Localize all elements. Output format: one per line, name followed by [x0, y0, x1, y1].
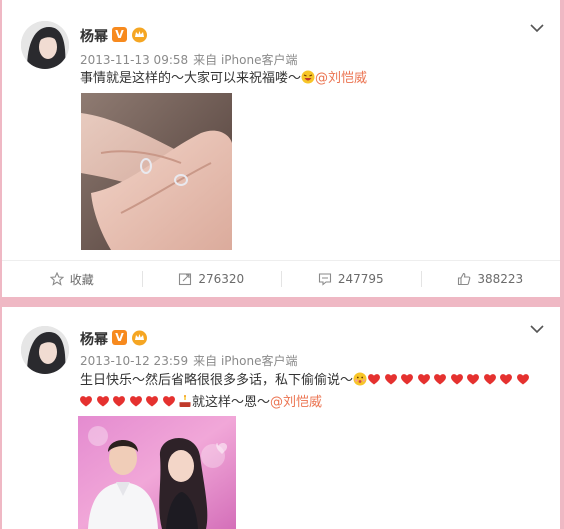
mention-link[interactable]: @刘恺威	[315, 71, 367, 86]
star-icon	[49, 272, 64, 286]
weibo-post-2: 杨幂 V 2013-10-12 23:59 来自 iPhone客户端 生日快乐～然…	[2, 307, 560, 529]
verified-badge-icon: V	[112, 330, 127, 345]
favorite-button[interactable]: 收藏	[2, 261, 142, 297]
heart-emoji-icon	[500, 374, 512, 385]
heart-emoji-icon	[368, 374, 380, 385]
heart-emoji-icon	[384, 374, 397, 385]
post-image[interactable]	[78, 416, 236, 529]
post-text: 生日快乐～然后省略很很多多话，私下偷偷说～ 就这样～恩～@刘恺威	[80, 370, 550, 414]
heart-emoji-icon	[434, 374, 446, 385]
heart-emoji-icon	[146, 396, 158, 407]
heart-emoji-icon	[467, 374, 479, 385]
favorite-label: 收藏	[69, 272, 94, 287]
heart-emoji-icon	[417, 374, 430, 385]
post-text-line-2: 就这样～恩～@刘恺威	[79, 392, 550, 414]
like-count: 388223	[477, 272, 524, 286]
heart-emoji-icon	[483, 374, 496, 385]
post-image[interactable]	[81, 93, 232, 250]
heart-emoji-icon	[450, 374, 463, 385]
mention-link[interactable]: @刘恺威	[270, 395, 322, 410]
heart-emoji-icon	[129, 396, 142, 407]
heart-row-1	[367, 373, 532, 388]
heart-emoji-icon	[162, 396, 175, 407]
comment-count: 247795	[337, 272, 384, 286]
post-text-body: 事情就是这样的～大家可以来祝福喽～	[80, 71, 302, 86]
verified-badge-icon: V	[112, 27, 127, 42]
timestamp[interactable]: 2013-11-13 09:58	[80, 53, 188, 67]
heart-emoji-icon	[80, 396, 92, 407]
post-meta: 2013-10-12 23:59 来自 iPhone客户端	[80, 352, 302, 369]
heart-emoji-icon	[516, 374, 529, 385]
chevron-down-icon[interactable]	[530, 324, 544, 334]
avatar[interactable]	[21, 326, 69, 374]
heart-emoji-icon	[401, 374, 413, 385]
post-text: 事情就是这样的～大家可以来祝福喽～ @刘恺威	[80, 68, 367, 90]
like-button[interactable]: 388223	[420, 261, 561, 297]
avatar[interactable]	[21, 21, 69, 69]
vip-crown-icon	[132, 27, 147, 43]
kiss-emoji-icon	[353, 372, 367, 386]
user-name[interactable]: 杨幂	[80, 26, 108, 46]
heart-emoji-icon	[113, 396, 125, 407]
vip-crown-icon	[132, 330, 147, 346]
photo-couple-icon	[78, 416, 236, 529]
chevron-down-icon[interactable]	[530, 23, 544, 33]
post-text-body: 生日快乐～然后省略很很多多话，私下偷偷说～	[80, 373, 354, 388]
user-name[interactable]: 杨幂	[80, 329, 108, 349]
post-source: 来自 iPhone客户端	[193, 354, 298, 368]
post-source: 来自 iPhone客户端	[193, 53, 298, 67]
timestamp[interactable]: 2013-10-12 23:59	[80, 354, 188, 368]
post-text-tail: 就这样～恩～	[192, 395, 271, 410]
action-bar: 收藏 276320 247795 388223	[2, 260, 560, 297]
post-text-line-1: 生日快乐～然后省略很很多多话，私下偷偷说～	[80, 370, 550, 392]
repost-button[interactable]: 276320	[141, 261, 282, 297]
post-meta: 2013-11-13 09:58 来自 iPhone客户端	[80, 51, 302, 68]
heart-row-2	[79, 395, 178, 410]
heart-emoji-icon	[96, 396, 109, 407]
weibo-post-1: 杨幂 V 2013-11-13 09:58 来自 iPhone客户端 事情就是这样…	[2, 0, 560, 297]
laughing-emoji-icon	[301, 70, 315, 84]
comment-icon	[318, 273, 331, 286]
cake-emoji-icon	[179, 395, 191, 407]
repost-icon	[179, 273, 192, 286]
photo-hands-rings-icon	[81, 93, 232, 250]
comment-button[interactable]: 247795	[281, 261, 421, 297]
repost-count: 276320	[198, 272, 245, 286]
thumbs-up-icon	[458, 272, 471, 286]
